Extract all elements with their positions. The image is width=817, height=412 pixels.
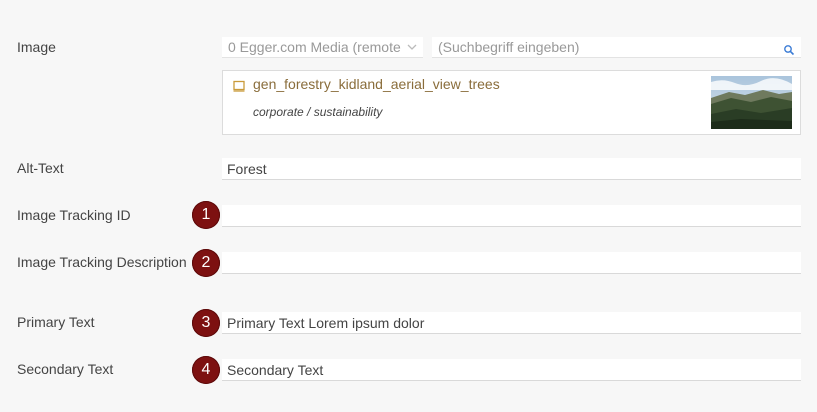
primary-text-input[interactable] (222, 312, 801, 334)
image-label: Image (17, 39, 56, 55)
asset-thumbnail[interactable] (711, 76, 792, 129)
image-tracking-description-input[interactable] (222, 252, 801, 274)
media-source-value: 0 Egger.com Media (remote (228, 39, 401, 55)
secondary-text-input[interactable] (222, 359, 801, 381)
media-search-input[interactable]: (Suchbegriff eingeben) (432, 37, 801, 58)
image-tracking-id-input[interactable] (222, 205, 801, 227)
image-properties-form: Image 0 Egger.com Media (remote (Suchbeg… (0, 0, 817, 412)
image-tracking-description-label: Image Tracking Description (17, 254, 187, 270)
alt-text-label: Alt-Text (17, 160, 64, 176)
callout-badge-1: 1 (192, 201, 220, 229)
selected-asset-card[interactable]: gen_forestry_kidland_aerial_view_trees c… (222, 70, 801, 135)
image-file-icon (233, 79, 245, 92)
media-search-placeholder: (Suchbegriff eingeben) (438, 39, 580, 55)
alt-text-input[interactable] (222, 158, 801, 180)
media-source-select[interactable]: 0 Egger.com Media (remote (222, 37, 423, 58)
callout-badge-4: 4 (192, 356, 220, 384)
asset-path: corporate / sustainability (253, 105, 383, 119)
asset-name-link[interactable]: gen_forestry_kidland_aerial_view_trees (253, 76, 500, 92)
search-icon[interactable] (783, 41, 795, 56)
image-tracking-id-label: Image Tracking ID (17, 207, 131, 223)
callout-badge-3: 3 (192, 309, 220, 337)
secondary-text-label: Secondary Text (17, 361, 114, 377)
chevron-down-icon[interactable] (405, 37, 419, 57)
primary-text-label: Primary Text (17, 314, 95, 330)
callout-badge-2: 2 (192, 249, 220, 277)
